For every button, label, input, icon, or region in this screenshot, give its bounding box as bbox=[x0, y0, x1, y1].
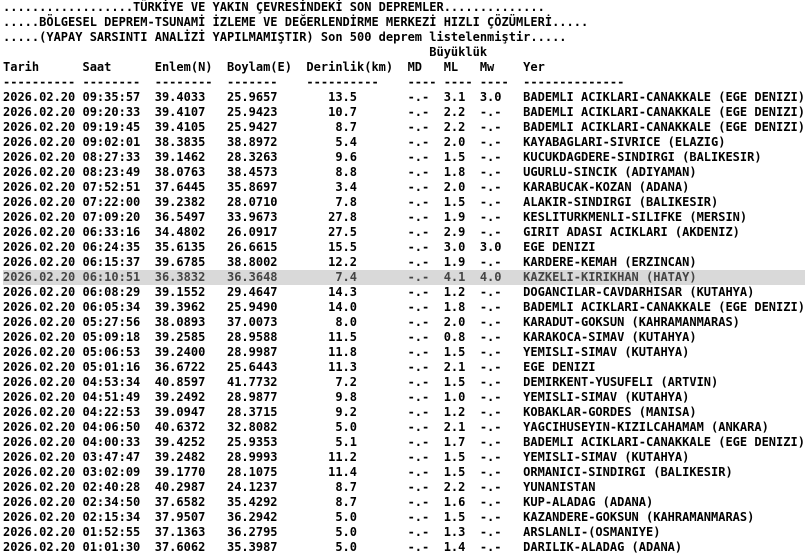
table-row[interactable]: 2026.02.20 09:20:33 39.4107 25.9423 10.7… bbox=[3, 105, 805, 120]
table-row[interactable]: 2026.02.20 01:01:30 37.6062 35.3987 5.0 … bbox=[3, 540, 805, 555]
header-separator: ---------- -------- -------- ------- ---… bbox=[3, 75, 625, 89]
table-row[interactable]: 2026.02.20 05:09:18 39.2585 28.9588 11.5… bbox=[3, 330, 805, 345]
magnitude-group-label: Büyüklük bbox=[3, 45, 488, 59]
table-row[interactable]: 2026.02.20 05:01:16 36.6722 25.6443 11.3… bbox=[3, 360, 805, 375]
table-row[interactable]: 2026.02.20 02:34:50 37.6582 35.4292 8.7 … bbox=[3, 495, 805, 510]
table-row[interactable]: 2026.02.20 08:27:33 39.1462 28.3263 9.6 … bbox=[3, 150, 805, 165]
table-row[interactable]: 2026.02.20 07:22:00 39.2382 28.0710 7.8 … bbox=[3, 195, 805, 210]
table-row[interactable]: 2026.02.20 06:15:37 39.6785 38.8002 12.2… bbox=[3, 255, 805, 270]
table-row[interactable]: 2026.02.20 09:19:45 39.4105 25.9427 8.7 … bbox=[3, 120, 805, 135]
table-row[interactable]: 2026.02.20 04:51:49 39.2492 28.9877 9.8 … bbox=[3, 390, 805, 405]
table-row[interactable]: 2026.02.20 07:09:20 36.5497 33.9673 27.8… bbox=[3, 210, 805, 225]
table-row[interactable]: 2026.02.20 04:06:50 40.6372 32.8082 5.0 … bbox=[3, 420, 805, 435]
table-row[interactable]: 2026.02.20 06:24:35 35.6135 26.6615 15.5… bbox=[3, 240, 805, 255]
title-line-3: .....(YAPAY SARSINTI ANALİZİ YAPILMAMIŞT… bbox=[3, 30, 567, 44]
table-row[interactable]: 2026.02.20 06:33:16 34.4802 26.0917 27.5… bbox=[3, 225, 805, 240]
earthquake-list-document: ..................TÜRKİYE VE YAKIN ÇEVRE… bbox=[3, 0, 805, 555]
table-row[interactable]: 2026.02.20 09:02:01 38.3835 38.8972 5.4 … bbox=[3, 135, 805, 150]
table-row[interactable]: 2026.02.20 08:23:49 38.0763 38.4573 8.8 … bbox=[3, 165, 805, 180]
table-row[interactable]: 2026.02.20 04:53:34 40.8597 41.7732 7.2 … bbox=[3, 375, 805, 390]
title-line-1: ..................TÜRKİYE VE YAKIN ÇEVRE… bbox=[3, 0, 545, 14]
table-row[interactable]: 2026.02.20 02:15:34 37.9507 36.2942 5.0 … bbox=[3, 510, 805, 525]
table-row[interactable]: 2026.02.20 01:52:55 37.1363 36.2795 5.0 … bbox=[3, 525, 805, 540]
column-headers: Tarih Saat Enlem(N) Boylam(E) Derinlik(k… bbox=[3, 60, 545, 74]
earthquake-rows: 2026.02.20 09:35:57 39.4033 25.9657 13.5… bbox=[3, 90, 805, 555]
table-row[interactable]: 2026.02.20 05:06:53 39.2400 28.9987 11.8… bbox=[3, 345, 805, 360]
table-row[interactable]: 2026.02.20 06:10:51 36.3832 36.3648 7.4 … bbox=[3, 270, 805, 285]
table-row[interactable]: 2026.02.20 07:52:51 37.6445 35.8697 3.4 … bbox=[3, 180, 805, 195]
table-row[interactable]: 2026.02.20 03:02:09 39.1770 28.1075 11.4… bbox=[3, 465, 805, 480]
title-line-2: .....BÖLGESEL DEPREM-TSUNAMİ İZLEME VE D… bbox=[3, 15, 589, 29]
table-row[interactable]: 2026.02.20 06:05:34 39.3962 25.9490 14.0… bbox=[3, 300, 805, 315]
table-row[interactable]: 2026.02.20 02:40:28 40.2987 24.1237 8.7 … bbox=[3, 480, 805, 495]
table-row[interactable]: 2026.02.20 03:47:47 39.2482 28.9993 11.2… bbox=[3, 450, 805, 465]
table-row[interactable]: 2026.02.20 05:27:56 38.0893 37.0073 8.0 … bbox=[3, 315, 805, 330]
table-row[interactable]: 2026.02.20 09:35:57 39.4033 25.9657 13.5… bbox=[3, 90, 805, 105]
table-row[interactable]: 2026.02.20 04:00:33 39.4252 25.9353 5.1 … bbox=[3, 435, 805, 450]
table-row[interactable]: 2026.02.20 06:08:29 39.1552 29.4647 14.3… bbox=[3, 285, 805, 300]
table-row[interactable]: 2026.02.20 04:22:53 39.0947 28.3715 9.2 … bbox=[3, 405, 805, 420]
